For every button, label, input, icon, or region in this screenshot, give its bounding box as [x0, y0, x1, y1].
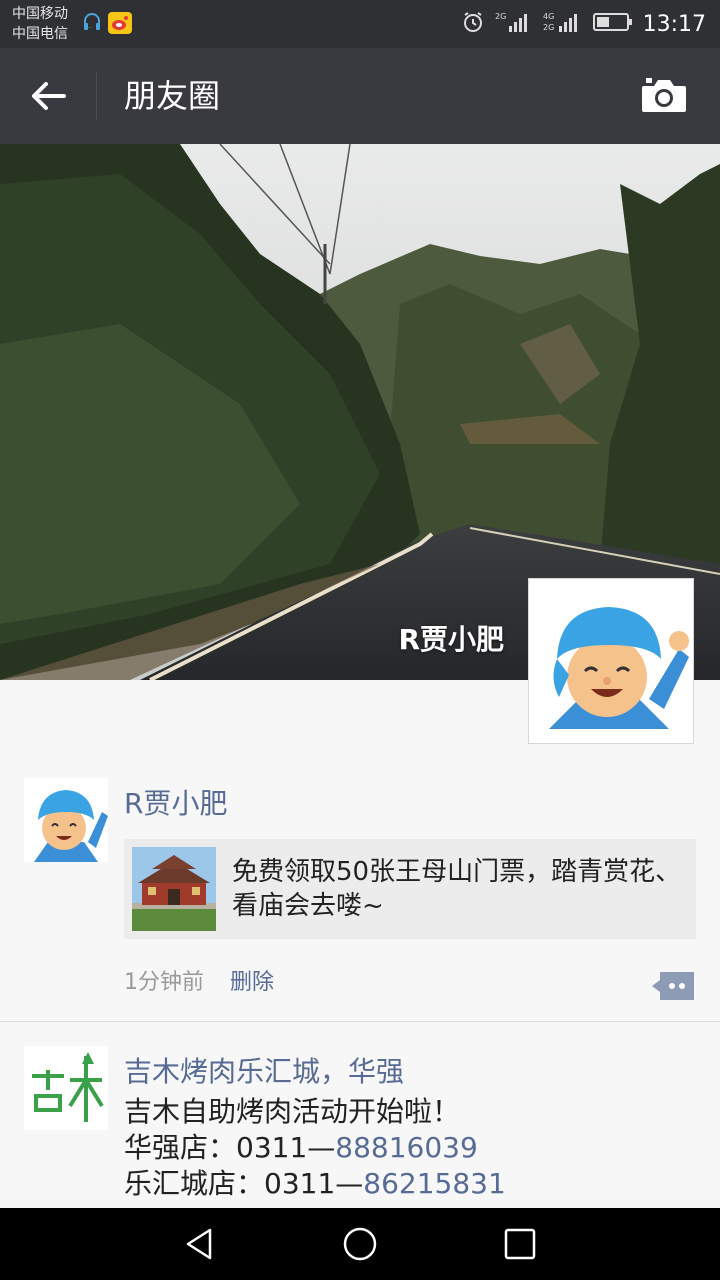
phone-number-link[interactable]: 88816039 — [335, 1131, 478, 1164]
headset-notification-icon: ··· — [82, 12, 102, 38]
pocoyo-avatar-image — [529, 579, 693, 743]
page-title: 朋友圈 — [124, 77, 221, 115]
recents-square-icon[interactable] — [502, 1226, 538, 1262]
shared-link-card[interactable]: 免费领取50张王母山门票，踏青赏花、看庙会去喽~ — [124, 839, 696, 939]
home-circle-icon[interactable] — [342, 1226, 378, 1262]
jimu-logo-avatar — [24, 1046, 108, 1130]
battery-icon — [592, 11, 633, 37]
net-2-label: 4G — [543, 12, 554, 21]
carrier-1: 中国移动 — [12, 6, 68, 22]
clock: 13:17 — [642, 11, 706, 37]
shared-link-title: 免费领取50张王母山门票，踏青赏花、看庙会去喽~ — [232, 857, 682, 921]
post-avatar[interactable] — [24, 778, 108, 862]
store-label: 华强店：0311— — [124, 1131, 336, 1164]
status-right: 2G 4G 2G 13:17 — [461, 10, 706, 38]
net-3-label: 2G — [543, 23, 554, 32]
carrier-2: 中国电信 — [12, 26, 68, 42]
signal-sim2-icon: 4G 2G — [543, 10, 583, 38]
post-text-line: 华强店：0311—88816039 — [124, 1130, 478, 1166]
pocoyo-avatar-image — [24, 778, 108, 862]
weibo-notification-icon — [108, 12, 132, 38]
carrier-labels: 中国移动 中国电信 — [12, 4, 68, 44]
post-author[interactable]: R贾小肥 — [124, 782, 227, 822]
delete-post-link[interactable]: 删除 — [230, 964, 274, 996]
moment-post: 吉木烤肉乐汇城，华强 吉木自助烤肉活动开始啦！ 华强店：0311—8881603… — [0, 1046, 720, 1208]
status-bar: 中国移动 中国电信 ··· 2G 4G 2G 13:17 — [0, 0, 720, 48]
post-text-line: 乐汇城店：0311—86215831 — [124, 1166, 506, 1202]
system-navigation-bar — [0, 1208, 720, 1280]
arrow-left-icon[interactable] — [28, 78, 68, 114]
comment-more-icon[interactable] — [652, 970, 696, 1002]
post-author[interactable]: 吉木烤肉乐汇城，华强 — [124, 1050, 404, 1090]
profile-avatar[interactable] — [528, 578, 694, 744]
top-app-bar: 朋友圈 — [0, 48, 720, 144]
post-divider — [0, 1021, 720, 1022]
signal-sim1-icon: 2G — [495, 10, 533, 38]
cover-username[interactable]: R贾小肥 — [398, 618, 504, 658]
post-timestamp: 1分钟前 — [124, 970, 204, 995]
phone-number-link[interactable]: 86215831 — [363, 1167, 506, 1200]
header-divider — [96, 72, 97, 120]
post-avatar[interactable] — [24, 1046, 108, 1130]
shared-link-thumbnail — [132, 847, 216, 931]
camera-icon[interactable] — [640, 78, 688, 114]
alarm-icon — [461, 10, 485, 38]
post-text-line: 吉木自助烤肉活动开始啦！ — [124, 1095, 461, 1128]
svg-text:···: ··· — [88, 25, 93, 31]
back-triangle-icon[interactable] — [182, 1226, 218, 1262]
store-label: 乐汇城店：0311— — [124, 1167, 364, 1200]
moment-post: R贾小肥 免费领取50张王母山门票，踏青赏花、看庙会去喽~ 1分钟前 删除 — [0, 778, 720, 1022]
net-1-label: 2G — [495, 12, 506, 21]
